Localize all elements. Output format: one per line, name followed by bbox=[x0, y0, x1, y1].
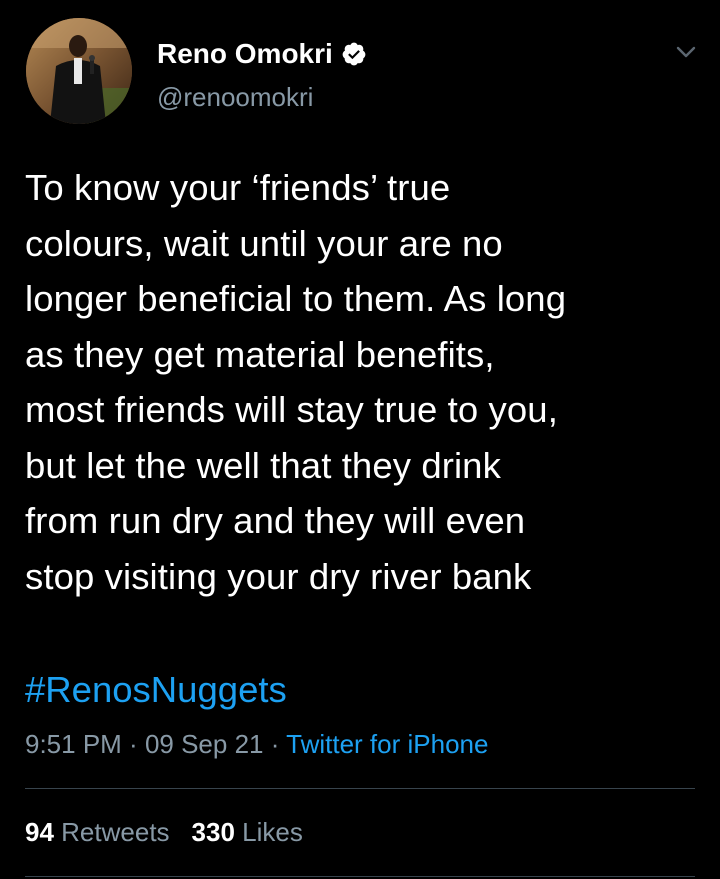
meta-separator: · bbox=[263, 729, 287, 759]
avatar[interactable] bbox=[26, 18, 132, 124]
tweet-text-line: To know your ‘friends’ true bbox=[25, 167, 451, 208]
hashtag-link[interactable]: #RenosNuggets bbox=[25, 662, 287, 717]
retweets-count: 94 bbox=[25, 817, 54, 847]
verified-badge-icon bbox=[341, 41, 367, 67]
tweet-text-line: but let the well that they drink bbox=[25, 444, 501, 486]
tweet-text-line: longer beneficial to them. As long bbox=[25, 278, 567, 319]
likes-stat[interactable]: 330 Likes bbox=[192, 817, 303, 847]
tweet-time: 9:51 PM bbox=[25, 729, 122, 759]
tweet-text: To know your ‘friends’ true colours, wai… bbox=[25, 160, 695, 604]
user-handle[interactable]: @renoomokri bbox=[157, 82, 367, 113]
retweets-stat[interactable]: 94 Retweets bbox=[25, 817, 170, 847]
retweets-label: Retweets bbox=[61, 817, 170, 847]
tweet-meta: 9:51 PM · 09 Sep 21 · Twitter for iPhone bbox=[25, 726, 488, 762]
likes-label: Likes bbox=[242, 817, 303, 847]
source-link[interactable]: Twitter for iPhone bbox=[286, 729, 488, 759]
divider bbox=[25, 876, 695, 877]
tweet-date: 09 Sep 21 bbox=[144, 729, 264, 759]
chevron-down-icon[interactable] bbox=[672, 38, 700, 66]
tweet-text-line: colours, wait until your are no bbox=[25, 222, 503, 264]
avatar-image bbox=[26, 18, 132, 124]
display-name-row: Reno Omokri bbox=[157, 36, 367, 72]
likes-count: 330 bbox=[191, 817, 235, 847]
tweet-text-line: as they get material benefits, bbox=[25, 333, 495, 375]
tweet-text-line: most friends will stay true to you, bbox=[25, 389, 558, 430]
tweet-text-line: stop visiting your dry river bank bbox=[25, 555, 532, 597]
tweet-header: Reno Omokri @renoomokri bbox=[26, 18, 706, 128]
user-info: Reno Omokri @renoomokri bbox=[157, 36, 367, 113]
tweet-text-line: from run dry and they will even bbox=[25, 500, 526, 541]
divider bbox=[25, 788, 695, 789]
tweet-stats: 94 Retweets 330 Likes bbox=[25, 814, 303, 850]
tweet-detail: Reno Omokri @renoomokri To know your ‘fr… bbox=[0, 0, 720, 879]
display-name[interactable]: Reno Omokri bbox=[157, 38, 333, 70]
meta-separator: · bbox=[121, 729, 145, 759]
